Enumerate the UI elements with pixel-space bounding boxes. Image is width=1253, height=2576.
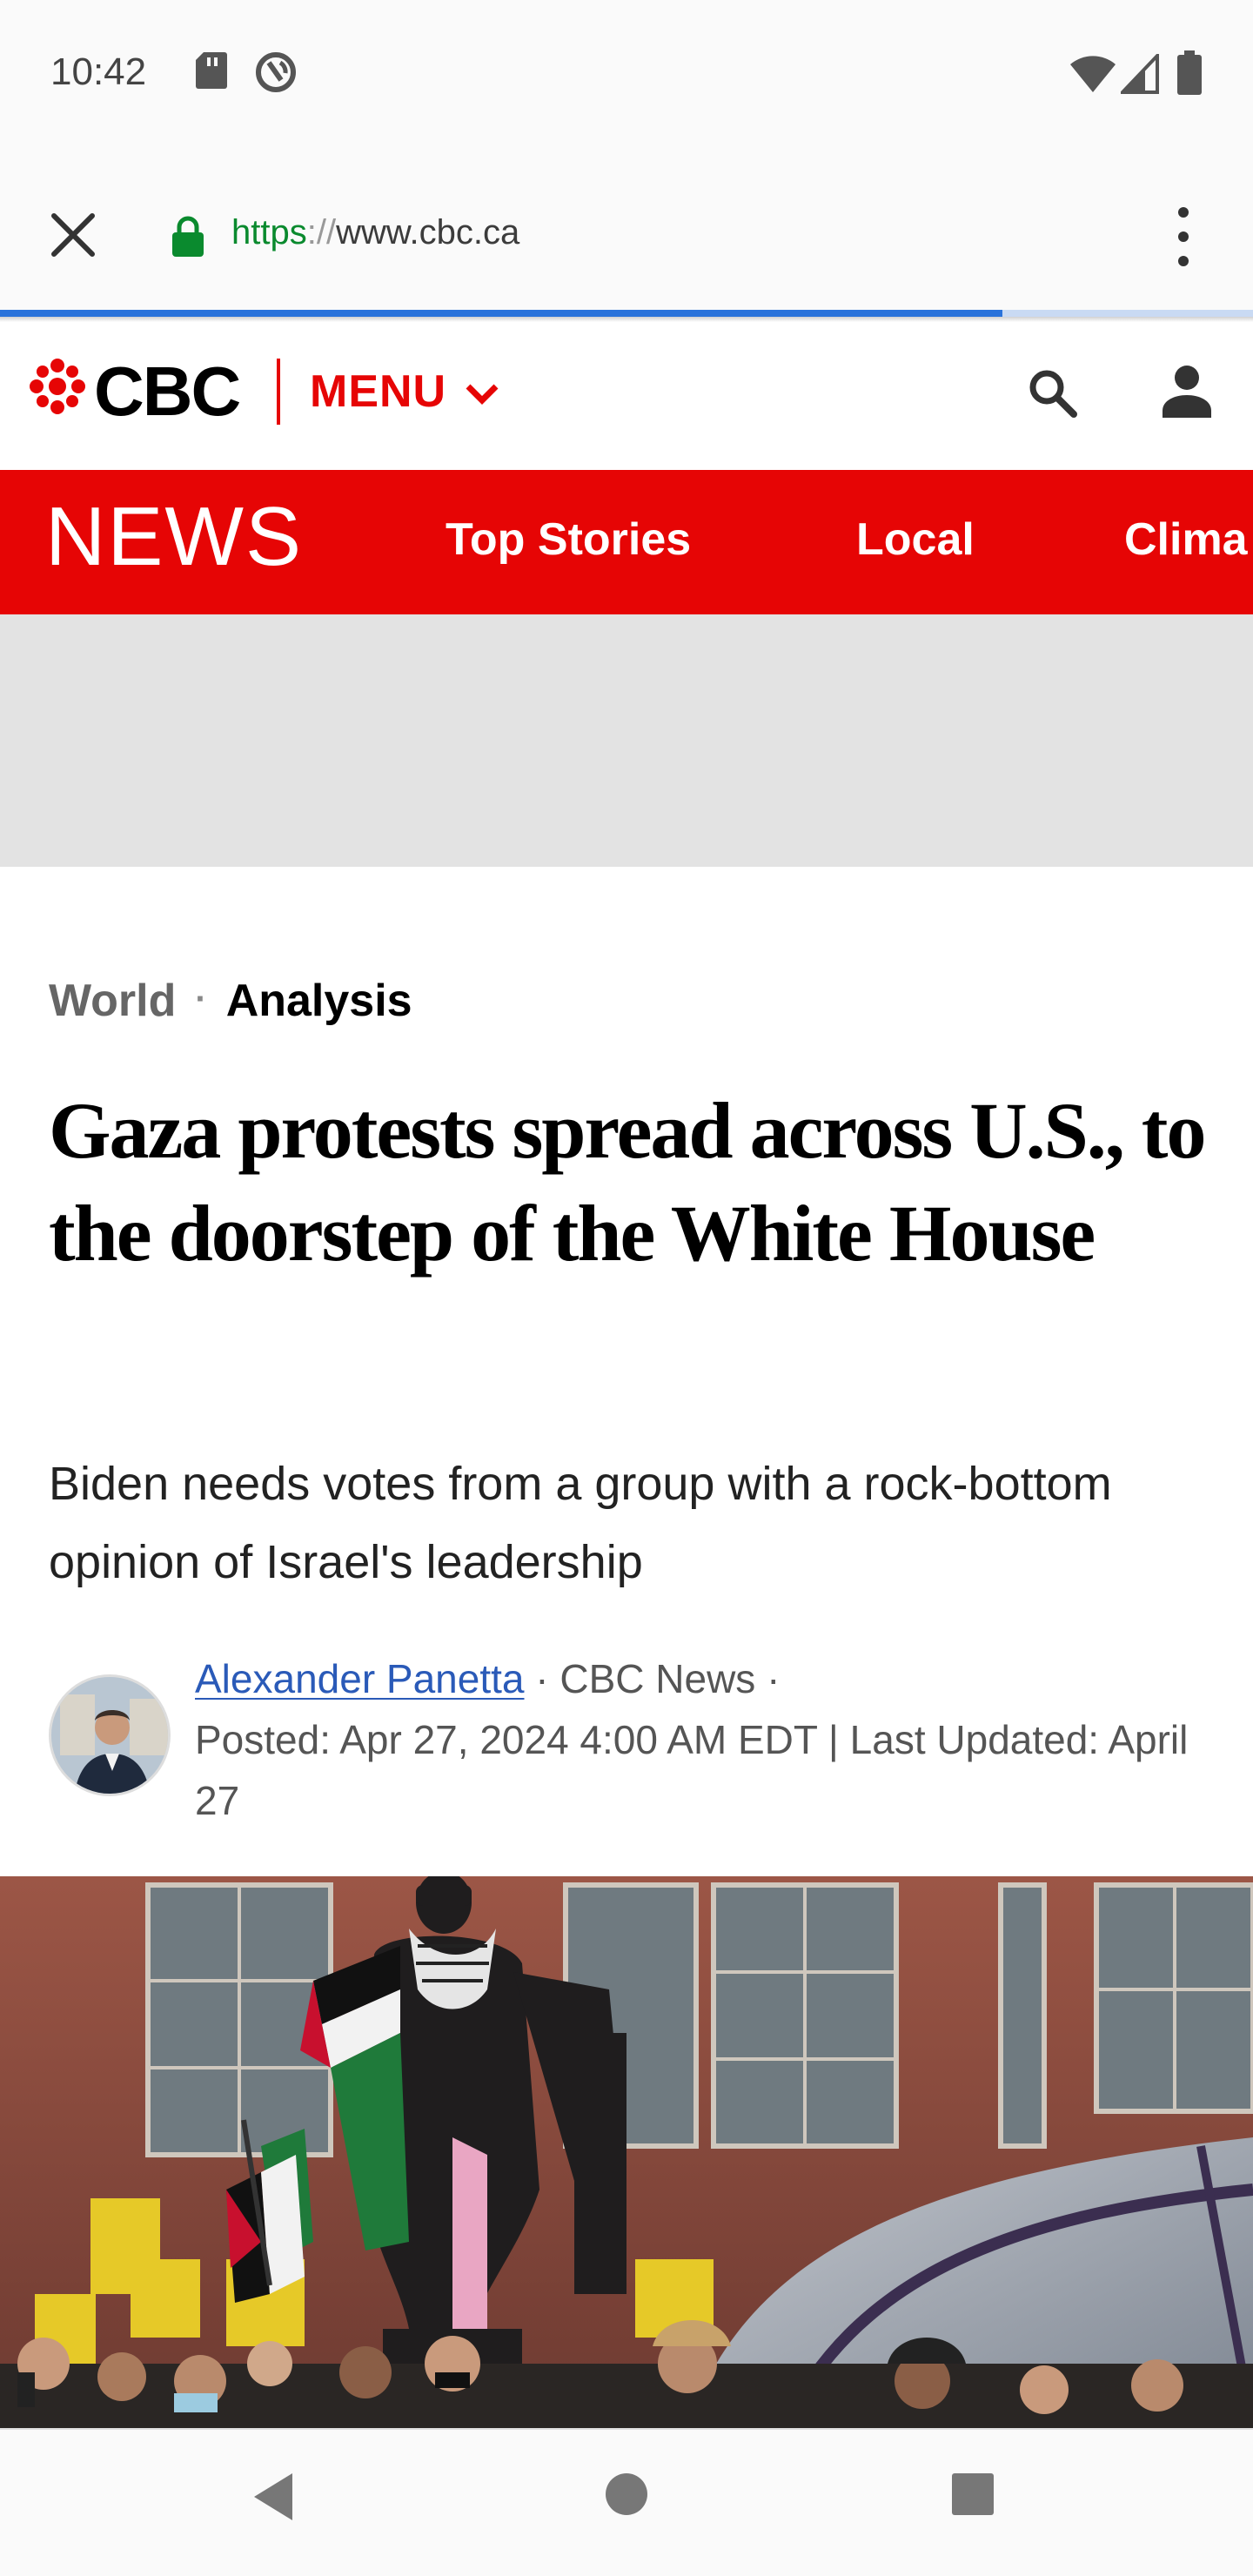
status-bar: 10:42 (0, 0, 1253, 148)
sync-icon (256, 52, 296, 92)
news-section-label[interactable]: NEWS (45, 489, 303, 585)
tab-climate[interactable]: Clima (1124, 513, 1248, 566)
breadcrumb-section[interactable]: World (49, 976, 176, 1026)
url-separator: :// (306, 213, 337, 252)
page-load-progress (0, 310, 1253, 317)
breadcrumb-separator: · (195, 980, 207, 1018)
news-nav-bar: NEWS Top Stories Local Clima (0, 470, 1253, 614)
tab-top-stories[interactable]: Top Stories (446, 513, 691, 566)
home-icon[interactable] (604, 2472, 649, 2517)
back-icon[interactable] (251, 2472, 296, 2522)
account-icon[interactable] (1161, 364, 1213, 419)
signal-icon (1121, 54, 1159, 94)
address-bar-url[interactable]: https://www.cbc.ca (231, 213, 519, 252)
cbc-gem-logo-icon[interactable] (30, 359, 85, 414)
breadcrumb-type: Analysis (225, 976, 412, 1026)
more-vert-icon[interactable] (1166, 202, 1201, 272)
recents-icon[interactable] (950, 2472, 995, 2517)
status-time: 10:42 (50, 50, 147, 93)
menu-button[interactable]: MENU (310, 366, 446, 418)
tab-local[interactable]: Local (856, 513, 975, 566)
byline-outlet: · CBC News · (524, 1656, 781, 1701)
search-icon[interactable] (1025, 366, 1081, 421)
author-avatar[interactable] (49, 1674, 171, 1796)
url-host: www.cbc.ca (336, 213, 520, 252)
author-photo (51, 1677, 168, 1794)
close-icon[interactable] (49, 211, 97, 259)
progress-fill (0, 310, 1002, 317)
author-link[interactable]: Alexander Panetta (195, 1656, 525, 1701)
sd-card-icon (196, 52, 227, 89)
header-divider (277, 359, 280, 425)
ad-placeholder (0, 614, 1253, 867)
cbc-wordmark[interactable]: CBC (94, 352, 241, 432)
battery-icon (1177, 50, 1202, 95)
article-hero-image[interactable] (0, 1876, 1253, 2428)
breadcrumb: World · Analysis (49, 975, 412, 1027)
hero-photo (0, 1876, 1253, 2428)
byline-timestamp: Posted: Apr 27, 2024 4:00 AM EDT | Last … (195, 1717, 1189, 1823)
wifi-icon (1070, 56, 1116, 92)
chevron-down-icon[interactable] (465, 383, 499, 406)
lock-icon (172, 216, 204, 257)
article-deck: Biden needs votes from a group with a ro… (49, 1458, 1112, 1588)
article-byline: Alexander Panetta · CBC News · Posted: A… (195, 1648, 1222, 1831)
article-headline: Gaza protests spread across U.S., to the… (49, 1086, 1206, 1278)
url-scheme: https (231, 213, 307, 252)
